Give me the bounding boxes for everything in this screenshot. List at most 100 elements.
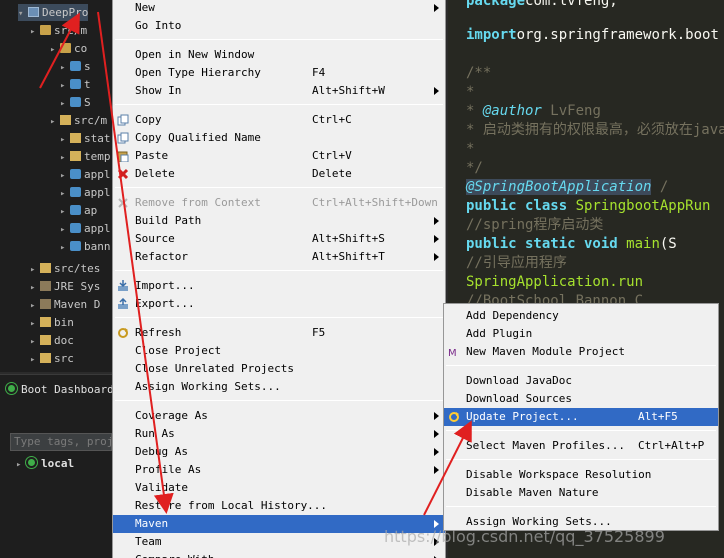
expand-toggle-icon[interactable]: ▸ — [60, 132, 70, 149]
menu-item-debug-as[interactable]: Debug As — [113, 443, 445, 461]
expand-toggle-icon[interactable]: ▸ — [60, 240, 70, 257]
menu-separator — [115, 104, 443, 105]
menu-item-import[interactable]: Import... — [113, 277, 445, 295]
menu-item-shortcut: Alt+Shift+S — [312, 232, 385, 245]
menu-item-compare-with[interactable]: Compare With — [113, 551, 445, 558]
maven-menu-item-update-project[interactable]: Update Project... Alt+F5 — [444, 408, 718, 426]
menu-item-restore-from-local-history[interactable]: Restore from Local History... — [113, 497, 445, 515]
menu-item-close-unrelated-projects[interactable]: Close Unrelated Projects — [113, 360, 445, 378]
expand-toggle-icon[interactable]: ▸ — [50, 114, 60, 131]
tree-node[interactable]: ▸ stat — [60, 130, 111, 147]
expand-toggle-icon[interactable]: ▾ — [18, 6, 28, 23]
expand-toggle-icon[interactable]: ▸ — [30, 352, 40, 369]
tree-node[interactable]: ▸ bin — [30, 314, 74, 331]
expand-toggle-icon[interactable]: ▸ — [60, 168, 70, 185]
menu-item-label: Run As — [135, 427, 175, 440]
tree-node[interactable]: ▸ temp — [60, 148, 111, 165]
code-token: /** — [466, 65, 492, 81]
tree-node[interactable]: ▸ Maven D — [30, 296, 100, 313]
tree-node[interactable]: ▸ t — [60, 76, 91, 93]
menu-item-export[interactable]: Export... — [113, 295, 445, 313]
tree-node[interactable]: ▸ bann — [60, 238, 111, 255]
maven-menu-item-new-maven-module-project[interactable]: M New Maven Module Project — [444, 343, 718, 361]
code-token: import — [466, 27, 517, 43]
submenu-arrow-icon — [434, 412, 439, 420]
maven-menu-item-add-dependency[interactable]: Add Dependency — [444, 307, 718, 325]
expand-toggle-icon[interactable]: ▸ — [16, 460, 26, 470]
tree-node[interactable]: ▸ JRE Sys — [30, 278, 100, 295]
expand-toggle-icon[interactable]: ▸ — [30, 24, 40, 41]
tree-node-label: ap — [84, 204, 98, 217]
tree-node[interactable]: ▸ src/tes — [30, 260, 100, 277]
expand-toggle-icon[interactable]: ▸ — [30, 280, 40, 297]
expand-toggle-icon[interactable]: ▸ — [30, 262, 40, 279]
menu-item-build-path[interactable]: Build Path — [113, 212, 445, 230]
expand-toggle-icon[interactable]: ▸ — [50, 42, 60, 59]
menu-item-new[interactable]: New — [113, 0, 445, 17]
menu-item-assign-working-sets[interactable]: Assign Working Sets... — [113, 378, 445, 396]
boot-dashboard-tab[interactable]: Boot Dashboard — [6, 383, 114, 396]
maven-menu-item-disable-workspace-resolution[interactable]: Disable Workspace Resolution — [444, 466, 718, 484]
boot-local-node[interactable]: ▸ local — [16, 457, 74, 470]
menu-item-validate[interactable]: Validate — [113, 479, 445, 497]
project-node[interactable]: ▾ DeepPro — [18, 4, 89, 23]
menu-item-copy[interactable]: Copy Ctrl+C — [113, 111, 445, 129]
menu-item-delete[interactable]: Delete Delete — [113, 165, 445, 183]
tree-node[interactable]: ▸ appl — [60, 184, 111, 201]
tree-node[interactable]: ▸ appl — [60, 166, 111, 183]
expand-toggle-icon[interactable]: ▸ — [60, 60, 70, 77]
menu-item-copy-qualified-name[interactable]: Copy Qualified Name — [113, 129, 445, 147]
expand-toggle-icon[interactable]: ▸ — [60, 78, 70, 95]
java-icon — [70, 169, 81, 179]
code-line: @SpringBootApplication / — [466, 178, 668, 197]
tree-node[interactable]: ▸ doc — [30, 332, 74, 349]
tree-node[interactable]: ▸ src/m — [50, 112, 107, 129]
menu-item-close-project[interactable]: Close Project — [113, 342, 445, 360]
expand-toggle-icon[interactable]: ▸ — [30, 334, 40, 351]
code-token: //spring程序启动类 — [466, 217, 604, 233]
maven-menu-item-disable-maven-nature[interactable]: Disable Maven Nature — [444, 484, 718, 502]
menu-item-refactor[interactable]: Refactor Alt+Shift+T — [113, 248, 445, 266]
maven-menu-item-select-maven-profiles[interactable]: Select Maven Profiles... Ctrl+Alt+P — [444, 437, 718, 455]
code-token: */ — [466, 160, 483, 176]
tree-node[interactable]: ▸ S — [60, 94, 91, 111]
maven-menu-item-download-sources[interactable]: Download Sources — [444, 390, 718, 408]
menu-item-label: New Maven Module Project — [466, 345, 625, 358]
java-icon — [70, 223, 81, 233]
menu-item-profile-as[interactable]: Profile As — [113, 461, 445, 479]
expand-toggle-icon[interactable]: ▸ — [60, 96, 70, 113]
tree-node[interactable]: ▸ co — [50, 40, 87, 57]
menu-item-open-in-new-window[interactable]: Open in New Window — [113, 46, 445, 64]
tree-node-label: bann — [84, 240, 111, 253]
folder-icon — [60, 115, 71, 125]
expand-toggle-icon[interactable]: ▸ — [30, 316, 40, 333]
tree-node[interactable]: ▸ src — [30, 350, 74, 367]
expand-toggle-icon[interactable]: ▸ — [60, 150, 70, 167]
menu-item-source[interactable]: Source Alt+Shift+S — [113, 230, 445, 248]
menu-item-show-in[interactable]: Show In Alt+Shift+W — [113, 82, 445, 100]
menu-item-go-into[interactable]: Go Into — [113, 17, 445, 35]
menu-item-run-as[interactable]: Run As — [113, 425, 445, 443]
menu-item-paste[interactable]: Paste Ctrl+V — [113, 147, 445, 165]
menu-item-label: Export... — [135, 297, 195, 310]
tree-node[interactable]: ▸ s — [60, 58, 91, 75]
maven-menu-item-download-javadoc[interactable]: Download JavaDoc — [444, 372, 718, 390]
tree-node[interactable]: ▸ ap — [60, 202, 97, 219]
tree-node[interactable]: ▸ appl — [60, 220, 111, 237]
tree-node[interactable]: ▸ src/m — [30, 22, 87, 39]
expand-toggle-icon[interactable]: ▸ — [60, 186, 70, 203]
expand-toggle-icon[interactable]: ▸ — [60, 204, 70, 221]
menu-item-label: Maven — [135, 517, 169, 530]
submenu-arrow-icon — [434, 253, 439, 261]
folder-icon — [40, 353, 51, 363]
menu-item-label: Refresh — [135, 326, 182, 339]
menu-item-refresh[interactable]: Refresh F5 — [113, 324, 445, 342]
menu-item-label: Update Project... — [466, 410, 579, 423]
expand-toggle-icon[interactable]: ▸ — [30, 298, 40, 315]
maven-menu-item-add-plugin[interactable]: Add Plugin — [444, 325, 718, 343]
expand-toggle-icon[interactable]: ▸ — [60, 222, 70, 239]
tree-node-label: appl — [84, 168, 111, 181]
menu-item-coverage-as[interactable]: Coverage As — [113, 407, 445, 425]
menu-item-open-type-hierarchy[interactable]: Open Type Hierarchy F4 — [113, 64, 445, 82]
boot-filter-input[interactable]: Type tags, proje — [10, 433, 112, 451]
